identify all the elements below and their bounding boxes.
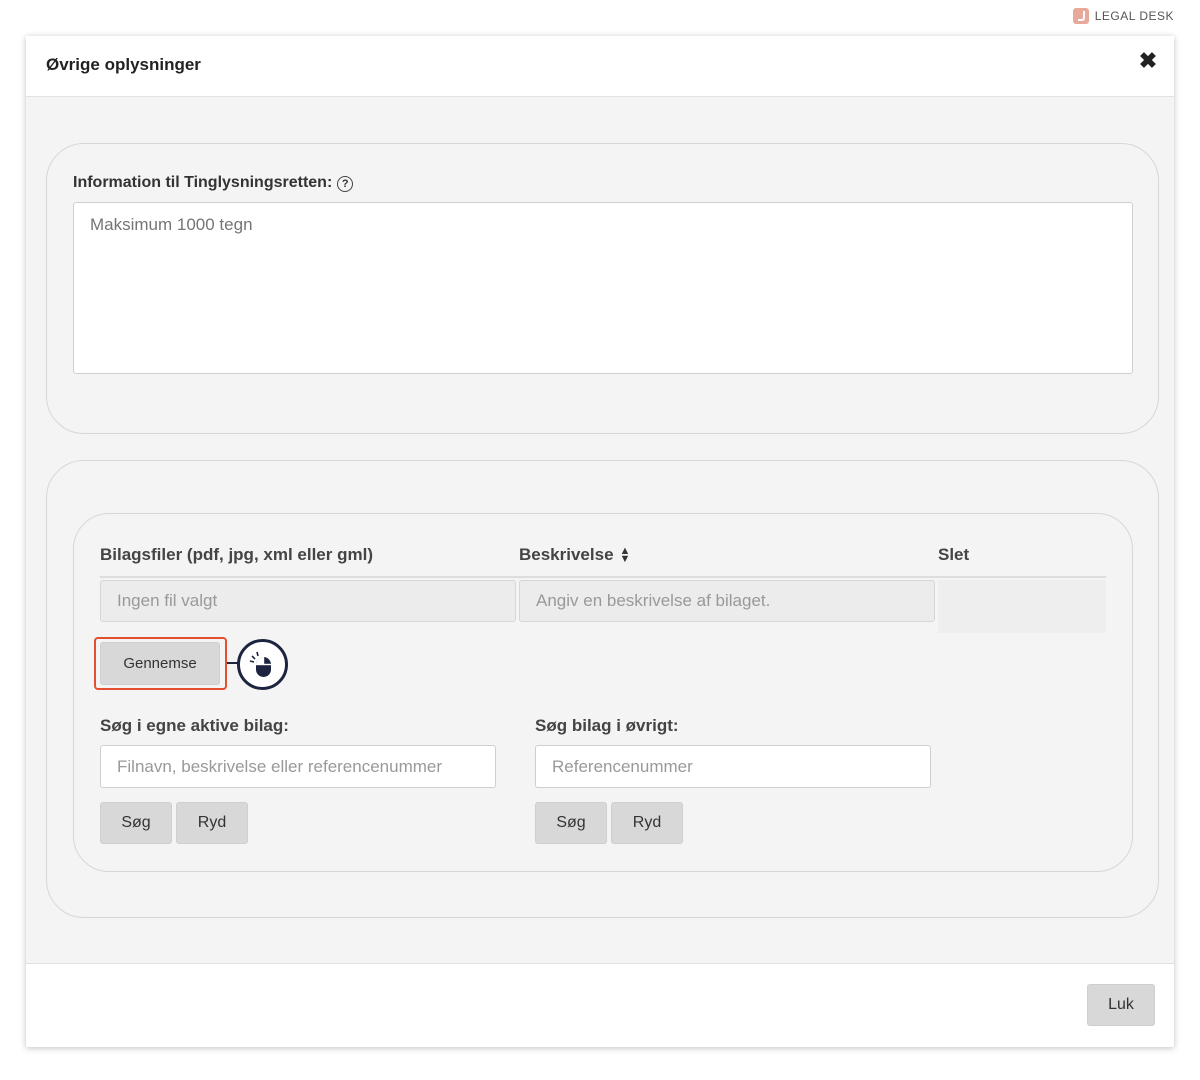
- clear-own-button[interactable]: Ryd: [176, 802, 248, 844]
- table-header-divider: [100, 576, 1106, 578]
- delete-cell: [938, 580, 1106, 633]
- search-other-button[interactable]: Søg: [535, 802, 607, 844]
- attachments-outer-panel: Bilagsfiler (pdf, jpg, xml eller gml) Be…: [46, 460, 1159, 918]
- description-input[interactable]: Angiv en beskrivelse af bilaget.: [519, 580, 935, 622]
- column-header-description-label: Beskrivelse: [519, 545, 614, 564]
- info-label: Information til Tinglysningsretten:: [73, 174, 333, 191]
- brand-name: LEGAL DESK: [1094, 9, 1174, 23]
- search-own-input[interactable]: Filnavn, beskrivelse eller referencenumm…: [100, 745, 496, 788]
- column-header-description[interactable]: Beskrivelse ▲ ▼: [519, 545, 630, 565]
- file-field: Ingen fil valgt: [100, 580, 516, 622]
- browse-button[interactable]: Gennemse: [100, 642, 220, 685]
- modal-dialog: Øvrige oplysninger ✖ Information til Tin…: [26, 36, 1174, 1047]
- info-panel: Information til Tinglysningsretten: ?: [46, 143, 1159, 434]
- column-header-delete: Slet: [938, 545, 970, 564]
- mouse-click-icon: [237, 639, 288, 690]
- clear-other-button[interactable]: Ryd: [611, 802, 683, 844]
- attachments-panel: Bilagsfiler (pdf, jpg, xml eller gml) Be…: [73, 513, 1133, 872]
- legal-desk-logo-icon: [1072, 8, 1089, 24]
- info-label-row: Information til Tinglysningsretten: ?: [73, 174, 354, 192]
- search-other-label: Søg bilag i øvrigt:: [535, 716, 679, 735]
- modal-title: Øvrige oplysninger: [46, 55, 201, 74]
- close-icon[interactable]: ✖: [1138, 50, 1158, 72]
- sort-icon[interactable]: ▲ ▼: [620, 546, 631, 565]
- search-own-label: Søg i egne aktive bilag:: [100, 716, 289, 735]
- search-own-button[interactable]: Søg: [100, 802, 172, 844]
- info-textarea[interactable]: [73, 202, 1133, 374]
- brand: LEGAL DESK: [1072, 8, 1174, 24]
- modal-footer: Luk: [26, 963, 1174, 1047]
- help-icon[interactable]: ?: [337, 176, 354, 192]
- modal-header: Øvrige oplysninger ✖: [26, 36, 1174, 97]
- search-other-input[interactable]: Referencenummer: [535, 745, 931, 788]
- close-button[interactable]: Luk: [1087, 984, 1155, 1026]
- column-header-file: Bilagsfiler (pdf, jpg, xml eller gml): [100, 545, 373, 564]
